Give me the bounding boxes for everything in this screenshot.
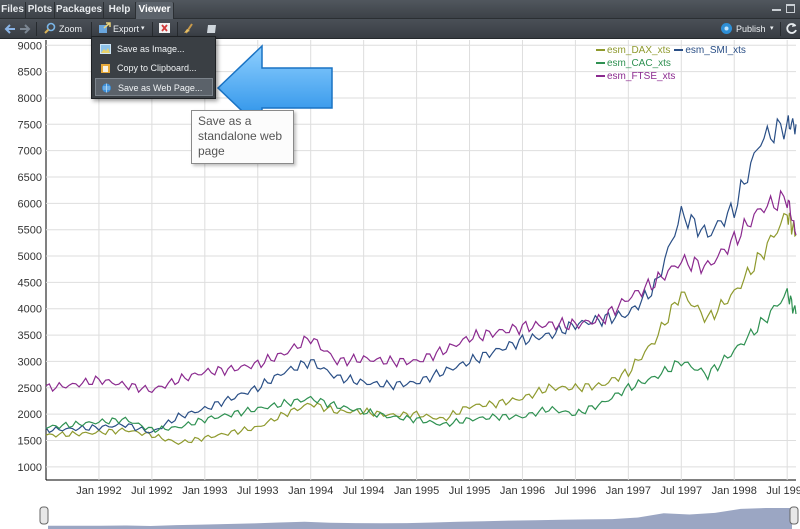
legend-swatch — [674, 49, 684, 52]
minimize-icon[interactable] — [772, 4, 781, 11]
x-tick-label: Jul 1998 — [766, 485, 800, 497]
popout-window-icon[interactable] — [205, 23, 217, 34]
tab-help[interactable]: Help — [104, 2, 136, 19]
clear-viewer-icon[interactable] — [158, 22, 171, 34]
legend-entry: esm_DAX_xts — [596, 44, 670, 57]
export-dropdown-chevron-icon[interactable]: ▾ — [141, 21, 145, 37]
broom-icon[interactable] — [183, 22, 196, 34]
range-selector-area — [48, 508, 792, 529]
menu-item-save-as-image[interactable]: Save as Image... — [95, 40, 213, 58]
x-tick-label: Jan 1998 — [712, 485, 757, 497]
legend-label: esm_SMI_xts — [685, 45, 746, 56]
y-tick-label: 5500 — [18, 225, 42, 237]
y-tick-label: 2000 — [18, 409, 42, 421]
x-tick-label: Jan 1995 — [394, 485, 439, 497]
x-tick-label: Jul 1992 — [131, 485, 173, 497]
x-tick-label: Jul 1994 — [343, 485, 385, 497]
legend-label: esm_DAX_xts — [607, 45, 671, 56]
range-handle-right[interactable] — [789, 506, 799, 525]
y-tick-label: 1500 — [18, 435, 42, 447]
tooltip-line: Save as a — [198, 114, 252, 128]
tab-packages[interactable]: Packages — [55, 2, 104, 19]
range-handle-left[interactable] — [39, 506, 49, 525]
series-line-esm-cac-xts — [45, 288, 797, 434]
chart-series — [45, 115, 797, 445]
toolbar-divider — [177, 22, 178, 36]
x-tick-label: Jan 1992 — [76, 485, 121, 497]
toolbar-divider — [91, 22, 92, 36]
x-tick-label: Jan 1997 — [606, 485, 651, 497]
y-tick-label: 2500 — [18, 383, 42, 395]
toolbar-divider — [152, 22, 153, 36]
publish-icon[interactable] — [720, 22, 733, 35]
y-tick-label: 6500 — [18, 172, 42, 184]
publish-button[interactable]: Publish — [736, 21, 766, 37]
legend-entry: esm_SMI_xts — [674, 44, 746, 57]
menu-item-label: Save as Image... — [117, 44, 185, 54]
menu-item-label: Copy to Clipboard... — [117, 63, 197, 73]
back-arrow-icon[interactable] — [4, 23, 16, 35]
y-tick-label: 7000 — [18, 146, 42, 158]
dygraph-chart[interactable]: 9000 8500 8000 7500 7000 6500 6000 5500 5000 4500… — [0, 40, 800, 500]
x-tick-label: Jan 1994 — [288, 485, 333, 497]
clipboard-icon — [101, 64, 110, 73]
legend-row: esm_DAX_xts esm_SMI_xts esm_CAC_xts — [596, 44, 800, 70]
x-tick-label: Jul 1997 — [660, 485, 702, 497]
y-tick-label: 5000 — [18, 251, 42, 263]
x-axis: Jan 1992 Jul 1992 Jan 1993 Jul 1993 Jan 1994… — [76, 485, 800, 497]
y-tick-label: 3000 — [18, 356, 42, 368]
menu-item-label: Save as Web Page... — [118, 83, 203, 93]
range-selector[interactable] — [0, 500, 800, 529]
refresh-icon[interactable] — [785, 22, 798, 35]
legend-swatch — [596, 62, 605, 65]
x-tick-label: Jan 1993 — [182, 485, 227, 497]
y-axis: 9000 8500 8000 7500 7000 6500 6000 5500 5000 4500… — [18, 40, 42, 474]
legend-label: esm_CAC_xts — [607, 58, 671, 69]
zoom-icon[interactable] — [44, 22, 56, 34]
tab-viewer[interactable]: Viewer — [136, 2, 174, 19]
y-tick-label: 9000 — [18, 40, 42, 52]
tab-files[interactable]: Files — [0, 2, 26, 19]
tooltip: Save as a standalone web page — [191, 110, 294, 164]
menu-item-copy-to-clipboard[interactable]: Copy to Clipboard... — [95, 59, 213, 77]
x-tick-label: Jul 1996 — [555, 485, 597, 497]
series-line-esm-dax-xts — [45, 212, 797, 445]
toolbar-divider — [36, 22, 37, 36]
tooltip-line: page — [198, 144, 225, 158]
y-tick-label: 3500 — [18, 330, 42, 342]
image-icon — [100, 44, 111, 54]
y-tick-label: 1000 — [18, 462, 42, 474]
y-tick-label: 4500 — [18, 277, 42, 289]
globe-icon — [102, 83, 111, 93]
y-tick-label: 8500 — [18, 67, 42, 79]
export-icon[interactable] — [98, 22, 111, 34]
publish-dropdown-chevron-icon[interactable]: ▾ — [770, 21, 774, 37]
x-tick-label: Jan 1996 — [500, 485, 545, 497]
toolbar-divider — [780, 22, 781, 36]
tooltip-line: standalone web — [198, 129, 283, 143]
export-button[interactable]: Export — [113, 21, 139, 37]
y-tick-label: 7500 — [18, 119, 42, 131]
x-tick-label: Jul 1993 — [237, 485, 279, 497]
legend-swatch — [596, 75, 605, 78]
y-tick-label: 8000 — [18, 93, 42, 105]
series-line-esm-smi-xts — [45, 115, 797, 434]
menu-item-save-as-web-page[interactable]: Save as Web Page... — [95, 78, 213, 96]
chart-grid — [45, 40, 796, 481]
tab-plots[interactable]: Plots — [26, 2, 55, 19]
legend-entry: esm_CAC_xts — [596, 57, 671, 70]
forward-arrow-icon[interactable] — [19, 23, 31, 35]
legend-swatch — [596, 49, 605, 52]
y-tick-label: 4000 — [18, 304, 42, 316]
maximize-icon[interactable] — [786, 4, 795, 13]
export-menu: Save as Image... Copy to Clipboard... Sa… — [91, 36, 216, 99]
x-tick-label: Jul 1995 — [449, 485, 491, 497]
legend-row: esm_FTSE_xts — [596, 70, 800, 83]
y-tick-label: 6000 — [18, 198, 42, 210]
legend-label: esm_FTSE_xts — [607, 71, 676, 82]
chart-legend: esm_DAX_xts esm_SMI_xts esm_CAC_xts esm_FTS… — [596, 44, 800, 83]
zoom-button[interactable]: Zoom — [59, 21, 82, 37]
legend-entry: esm_FTSE_xts — [596, 70, 675, 83]
pane-tab-bar: Files Plots Packages Help Viewer — [0, 0, 800, 19]
